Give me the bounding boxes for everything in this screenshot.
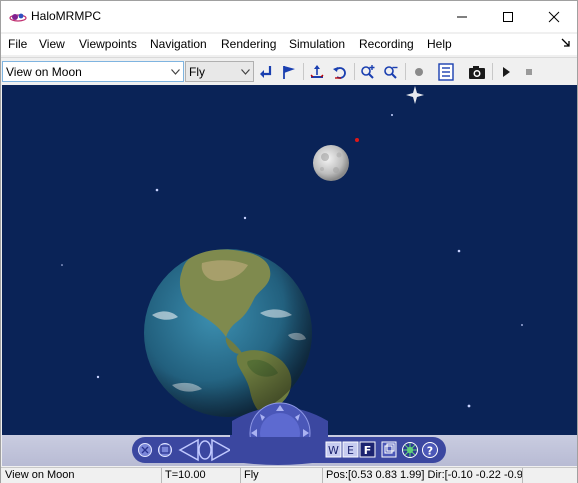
navigation-panel: W E F ? xyxy=(2,435,577,466)
toolbar-divider xyxy=(492,63,493,80)
status-position-direction: Pos:[0.53 0.83 1.99] Dir:[-0.10 -0.22 -0… xyxy=(323,468,523,483)
zoom-in-icon xyxy=(361,64,375,79)
close-panel-button[interactable] xyxy=(138,443,152,457)
menu-view[interactable]: View xyxy=(39,37,65,51)
chevron-down-icon xyxy=(241,69,250,75)
undo-view-button[interactable] xyxy=(329,61,351,82)
undo-icon xyxy=(333,66,346,79)
return-icon xyxy=(260,65,272,78)
stop-button[interactable] xyxy=(518,61,540,82)
zoom-out-button[interactable] xyxy=(380,61,402,82)
minimize-icon xyxy=(457,16,467,17)
menu-help[interactable]: Help xyxy=(427,37,452,51)
settings-list-button[interactable] xyxy=(435,61,457,82)
straighten-up-button[interactable] xyxy=(306,61,328,82)
play-icon xyxy=(503,66,510,77)
status-navigation-mode: Fly xyxy=(241,468,323,483)
stop-icon xyxy=(526,68,532,75)
menu-file[interactable]: File xyxy=(8,37,27,51)
close-button[interactable] xyxy=(531,1,577,32)
dock-arrow-icon[interactable] xyxy=(561,38,571,48)
toolbar-divider xyxy=(303,63,304,80)
bright-star xyxy=(406,86,424,104)
toolbar: View on Moon Fly xyxy=(1,57,577,84)
status-bar: View on Moon T=10.00 Fly Pos:[0.53 0.83 … xyxy=(1,467,577,483)
examine-button-label: E xyxy=(347,444,354,457)
maximize-button[interactable] xyxy=(485,1,531,32)
earth[interactable] xyxy=(144,249,312,417)
viewpoint-select[interactable]: View on Moon xyxy=(2,61,184,82)
zoom-in-button[interactable] xyxy=(357,61,379,82)
help-button[interactable]: ? xyxy=(422,442,438,458)
settings-list-icon xyxy=(438,62,454,81)
menu-bar: File View Viewpoints Navigation Renderin… xyxy=(1,34,577,55)
return-button[interactable] xyxy=(255,61,277,82)
close-icon xyxy=(548,11,560,22)
minimize-button[interactable] xyxy=(439,1,485,32)
fly-button-label: F xyxy=(364,444,372,457)
moon[interactable] xyxy=(313,145,349,181)
navigation-wheel[interactable] xyxy=(230,435,326,465)
3d-scene-viewport[interactable] xyxy=(2,85,577,435)
maximize-icon xyxy=(503,11,513,22)
spacecraft-marker xyxy=(355,138,359,142)
title-bar: HaloMRMPC xyxy=(1,1,577,32)
app-logo-icon xyxy=(9,13,27,22)
menu-rendering[interactable]: Rendering xyxy=(221,37,276,51)
snapshot-button[interactable] xyxy=(466,61,488,82)
main-window: HaloMRMPC File View Viewpoints Navigatio… xyxy=(0,0,578,483)
camera-icon xyxy=(469,65,485,79)
chevron-down-icon xyxy=(171,69,180,75)
status-empty-cell xyxy=(523,468,577,483)
flag-icon xyxy=(283,65,295,79)
walk-button-label: W xyxy=(328,444,339,457)
options-button[interactable] xyxy=(402,442,418,458)
zoom-out-icon xyxy=(384,65,398,79)
navigation-mode-value: Fly xyxy=(189,65,205,79)
toolbar-divider xyxy=(405,63,406,80)
menu-navigation[interactable]: Navigation xyxy=(150,37,207,51)
navigation-wheel-dial[interactable] xyxy=(230,397,330,437)
navigation-mode-select[interactable]: Fly xyxy=(185,61,254,82)
window-title: HaloMRMPC xyxy=(31,9,102,23)
fit-view-button[interactable] xyxy=(381,441,397,458)
straighten-icon xyxy=(310,64,324,78)
viewpoint-select-value: View on Moon xyxy=(6,65,82,79)
menu-viewpoints[interactable]: Viewpoints xyxy=(79,37,137,51)
record-button[interactable] xyxy=(408,61,430,82)
toolbar-divider xyxy=(354,63,355,80)
menu-recording[interactable]: Recording xyxy=(359,37,414,51)
status-time: T=10.00 xyxy=(162,468,241,483)
menu-simulation[interactable]: Simulation xyxy=(289,37,345,51)
flag-button[interactable] xyxy=(278,61,300,82)
svg-text:?: ? xyxy=(427,445,433,458)
record-icon xyxy=(415,67,423,76)
play-button[interactable] xyxy=(495,61,517,82)
status-viewpoint: View on Moon xyxy=(2,468,162,483)
minimize-panel-button[interactable] xyxy=(158,443,172,457)
